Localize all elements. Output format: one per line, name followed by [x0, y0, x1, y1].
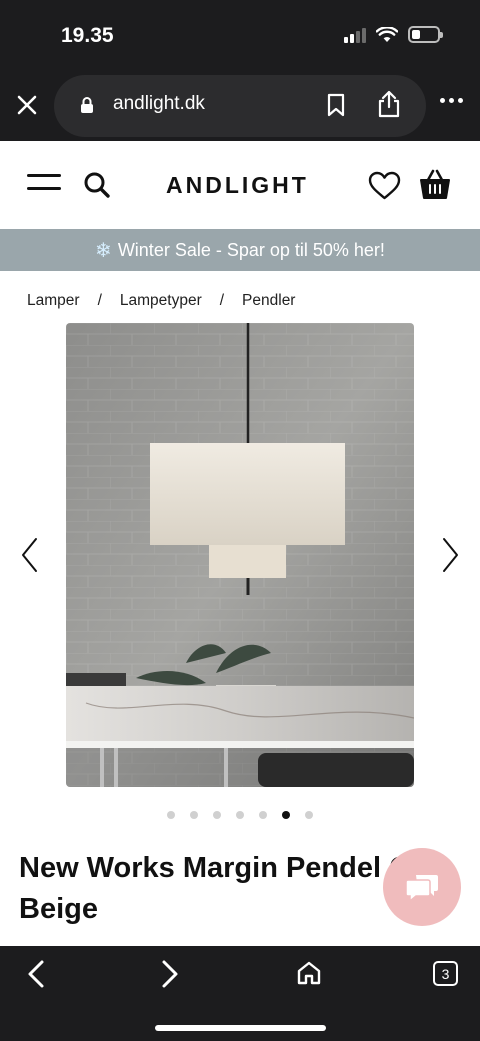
product-image[interactable] [66, 323, 414, 787]
wishlist-heart-icon[interactable] [368, 171, 401, 200]
promo-banner[interactable]: ❄ Winter Sale - Spar op til 50% her! [0, 229, 480, 271]
browser-toolbar: 3 [0, 946, 480, 1041]
home-icon[interactable] [296, 960, 322, 986]
gallery-dot[interactable] [213, 811, 221, 819]
forward-icon[interactable] [160, 959, 182, 989]
more-options-icon[interactable] [440, 98, 463, 103]
status-icons [344, 26, 443, 43]
breadcrumb-item-lamper[interactable]: Lamper [27, 292, 80, 310]
chat-button[interactable] [383, 848, 461, 926]
lock-icon [81, 97, 93, 113]
gallery-dot[interactable] [259, 811, 267, 819]
basket-icon[interactable] [419, 168, 451, 201]
hamburger-menu-icon[interactable] [27, 174, 61, 190]
address-bar[interactable]: andlight.dk [54, 75, 426, 137]
site-logo[interactable]: ANDLIGHT [166, 172, 309, 199]
page: 19.35 andlight.dk ANDLIGHT ❄ Winter Sale… [0, 0, 480, 1041]
gallery-dot[interactable] [305, 811, 313, 819]
promo-banner-text[interactable]: Winter Sale - Spar op til 50% her! [118, 240, 385, 261]
signal-icon [344, 27, 366, 43]
snowflake-icon: ❄ [95, 239, 112, 262]
gallery-pagination-dots [167, 811, 313, 819]
back-icon[interactable] [24, 959, 46, 989]
gallery-dot[interactable] [190, 811, 198, 819]
close-icon[interactable] [14, 92, 40, 118]
wifi-icon [376, 26, 398, 42]
gallery-dot[interactable] [282, 811, 290, 819]
previous-image-icon[interactable] [20, 537, 38, 573]
tabs-button[interactable]: 3 [433, 961, 458, 986]
battery-icon [408, 26, 443, 43]
bookmark-icon[interactable] [326, 93, 346, 117]
breadcrumb-item-pendler[interactable]: Pendler [242, 292, 295, 310]
search-icon[interactable] [83, 171, 111, 199]
browser-chrome: 19.35 andlight.dk [0, 0, 480, 141]
breadcrumb-item-lampetyper[interactable]: Lampetyper [120, 292, 202, 310]
site-header: ANDLIGHT [0, 141, 480, 229]
chat-bubble-icon [405, 875, 438, 903]
url-text[interactable]: andlight.dk [113, 93, 205, 115]
share-icon[interactable] [376, 89, 402, 119]
breadcrumb-separator: / [219, 292, 225, 309]
gallery-dot[interactable] [167, 811, 175, 819]
breadcrumb-separator: / [97, 292, 102, 309]
status-time: 19.35 [61, 24, 114, 47]
home-indicator [155, 1025, 326, 1031]
gallery-dot[interactable] [236, 811, 244, 819]
breadcrumb: Lamper / Lampetyper / Pendler [27, 292, 295, 310]
next-image-icon[interactable] [442, 537, 460, 573]
